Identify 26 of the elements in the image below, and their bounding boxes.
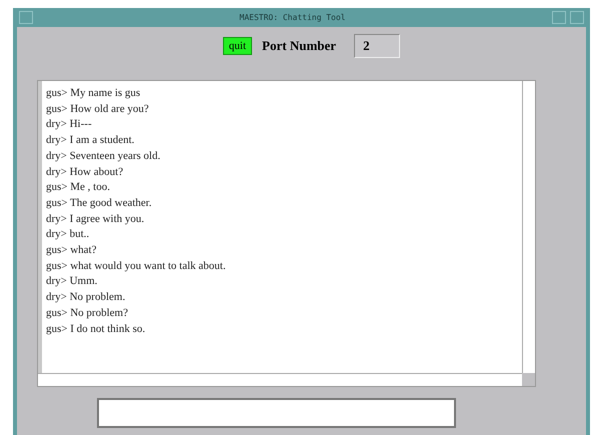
chat-message: gus> what?: [46, 243, 98, 258]
vertical-scrollbar[interactable]: [522, 81, 535, 373]
port-field[interactable]: 2: [354, 34, 400, 58]
minimize-button[interactable]: [552, 11, 566, 24]
chat-message: dry> Hi---: [46, 117, 93, 132]
chat-message: dry> Seventeen years old.: [46, 148, 162, 164]
chat-message: dry> I agree with you.: [46, 212, 146, 227]
chat-message: dry> Umm.: [46, 274, 98, 290]
maximize-button[interactable]: [570, 11, 584, 24]
chat-message: dry> but..: [46, 227, 90, 242]
window-menu-button[interactable]: [19, 11, 33, 24]
chat-message: gus> Me , too.: [46, 180, 111, 196]
chat-message: dry> No problem.: [46, 290, 126, 306]
chat-message: gus> No problem?: [46, 306, 129, 321]
quit-button[interactable]: quit: [222, 37, 252, 55]
chat-message: dry> How about?: [46, 164, 124, 180]
chat-message: gus> what would you want to talk about.: [46, 258, 227, 274]
chat-message: gus> How old are you?: [46, 102, 150, 117]
window-title: MAESTRO: Chatting Tool: [238, 13, 346, 22]
horizontal-scrollbar[interactable]: [38, 373, 522, 386]
chat-message: gus> I do not think so.: [46, 322, 146, 337]
message-input[interactable]: [97, 398, 456, 428]
chat-message: gus> My name is gus: [46, 86, 142, 101]
port-label: Port Number: [262, 38, 336, 54]
chat-message: gus> The good weather.: [46, 196, 153, 211]
chat-message: dry> I am a student.: [46, 133, 136, 148]
